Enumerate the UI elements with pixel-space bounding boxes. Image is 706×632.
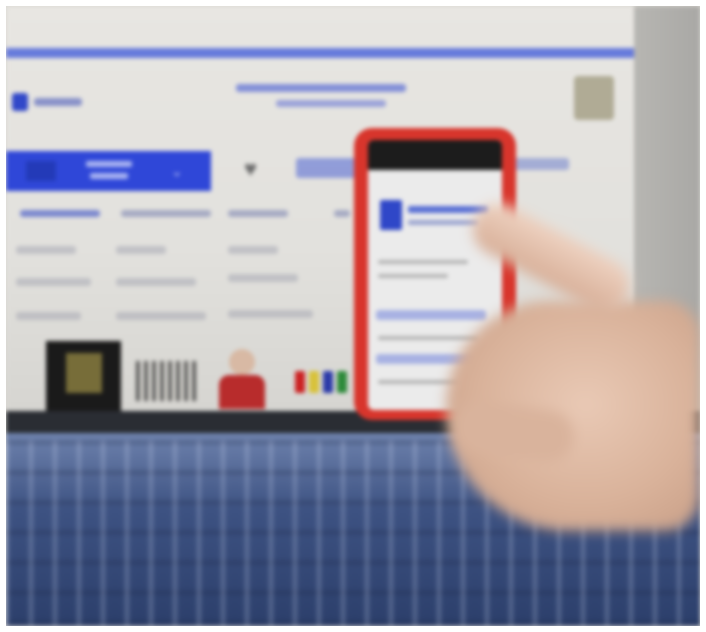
chevron-down-icon: ⌄ <box>171 163 183 179</box>
product-thumbnail <box>291 341 351 411</box>
motion-blur-layer: ⌄ ♥ <box>6 6 700 626</box>
website-top-bar <box>6 48 646 58</box>
website-banner-text <box>236 84 416 112</box>
product-thumbnail <box>136 341 196 411</box>
logo-mark <box>12 93 28 111</box>
heart-icon: ♥ <box>244 156 258 181</box>
website-logo <box>12 91 82 113</box>
website-category-button: ⌄ <box>6 151 211 191</box>
website-nav-row <box>6 206 646 222</box>
website-header-button <box>296 158 356 178</box>
website-header-link <box>511 158 569 170</box>
phone-status-bar <box>368 140 502 170</box>
website-promo-image <box>574 76 614 120</box>
blurred-photo: ⌄ ♥ <box>6 6 700 626</box>
logo-wordmark <box>34 98 82 106</box>
product-thumbnail <box>211 341 271 411</box>
product-thumbnail <box>46 341 121 411</box>
phone-app-logo <box>380 200 402 230</box>
